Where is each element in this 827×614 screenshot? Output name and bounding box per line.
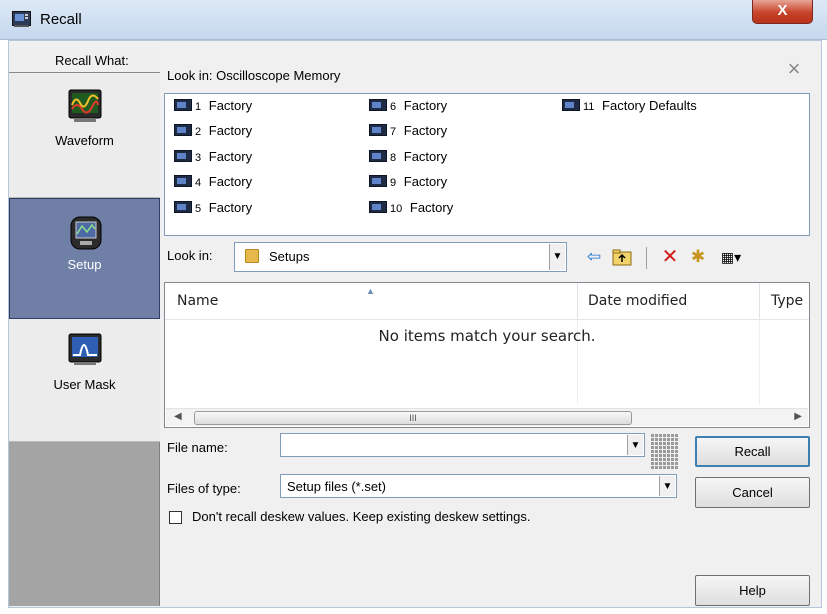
memory-slot-icon xyxy=(369,201,387,213)
nav-setup[interactable]: Setup xyxy=(9,198,160,319)
scroll-right-icon[interactable]: ▶ xyxy=(794,411,802,422)
memory-item[interactable]: 2 Factory xyxy=(174,123,252,141)
memory-slot-icon xyxy=(369,175,387,187)
file-type-value: Setup files (*.set) xyxy=(287,479,386,494)
look-in-label: Look in: xyxy=(167,248,213,263)
new-folder-icon[interactable]: ✱ xyxy=(686,245,710,269)
memory-item[interactable]: 8 Factory xyxy=(369,149,447,167)
deskew-checkbox[interactable] xyxy=(169,511,182,524)
toolbar-separator xyxy=(646,247,647,269)
back-icon[interactable]: ⇦ xyxy=(582,245,606,269)
nav-user-mask[interactable]: User Mask xyxy=(9,319,160,442)
memory-item[interactable]: 4 Factory xyxy=(174,174,252,192)
column-divider xyxy=(577,283,578,319)
memory-item[interactable]: 6 Factory xyxy=(369,98,447,116)
memory-slot-icon xyxy=(369,99,387,111)
recall-what-header: Recall What: xyxy=(9,47,160,73)
look-in-dropdown[interactable]: Setups ▼ xyxy=(234,242,567,272)
memory-slot-icon xyxy=(562,99,580,111)
memory-look-in-label: Look in: Oscilloscope Memory xyxy=(167,68,341,83)
view-menu-icon[interactable]: ▦▾ xyxy=(714,245,748,269)
dismiss-icon[interactable]: × xyxy=(783,58,805,80)
setup-icon xyxy=(70,216,102,250)
look-in-value: Setups xyxy=(269,249,310,264)
memory-item[interactable]: 9 Factory xyxy=(369,174,447,192)
chevron-down-icon[interactable]: ▼ xyxy=(627,435,643,455)
nav-waveform[interactable]: Waveform xyxy=(9,73,160,198)
horizontal-scrollbar[interactable]: ◀ III ▶ xyxy=(166,408,808,426)
memory-slot-icon xyxy=(369,124,387,136)
scroll-left-icon[interactable]: ◀ xyxy=(174,411,182,422)
user-mask-icon xyxy=(68,333,102,365)
waveform-icon xyxy=(68,89,102,122)
chevron-down-icon[interactable]: ▼ xyxy=(549,244,565,270)
folder-icon xyxy=(245,249,259,263)
grip-icon xyxy=(650,433,678,469)
column-divider xyxy=(759,283,760,319)
deskew-label: Don't recall deskew values. Keep existin… xyxy=(192,509,531,524)
recall-what-pane: Recall What: Waveform Setup User Mask xyxy=(9,47,160,606)
memory-item[interactable]: 10 Factory xyxy=(369,200,453,218)
chevron-down-icon[interactable]: ▼ xyxy=(659,476,675,496)
empty-message: No items match your search. xyxy=(378,327,596,345)
delete-icon[interactable]: ✕ xyxy=(658,245,682,269)
memory-item[interactable]: 7 Factory xyxy=(369,123,447,141)
title-bar: Recall X xyxy=(0,0,827,40)
memory-item[interactable]: 11 Factory Defaults xyxy=(562,98,697,116)
nav-setup-label: Setup xyxy=(67,257,102,272)
memory-slot-icon xyxy=(174,150,192,162)
recall-what-label: Recall What: xyxy=(55,53,129,68)
file-name-label: File name: xyxy=(167,440,228,455)
column-header-type[interactable]: Type xyxy=(771,283,803,319)
memory-slot-icon xyxy=(174,175,192,187)
memory-slot-icon xyxy=(174,124,192,136)
file-list[interactable]: ▲ Name Date modified Type No items match… xyxy=(164,282,810,428)
header-divider xyxy=(165,319,809,320)
nav-waveform-label: Waveform xyxy=(55,133,114,148)
memory-item[interactable]: 3 Factory xyxy=(174,149,252,167)
window-title: Recall xyxy=(40,11,82,28)
help-button[interactable]: Help xyxy=(695,575,810,606)
close-button[interactable]: X xyxy=(752,0,813,24)
cancel-button[interactable]: Cancel xyxy=(695,477,810,508)
column-header-name[interactable]: Name xyxy=(177,283,218,319)
memory-slot-icon xyxy=(174,201,192,213)
file-type-label: Files of type: xyxy=(167,481,241,496)
memory-item[interactable]: 1 Factory xyxy=(174,98,252,116)
recall-button[interactable]: Recall xyxy=(695,436,810,467)
nav-user-mask-label: User Mask xyxy=(53,377,116,392)
file-type-select[interactable]: Setup files (*.set) ▼ xyxy=(280,474,677,498)
up-folder-icon[interactable] xyxy=(610,245,634,273)
scroll-thumb[interactable]: III xyxy=(194,411,632,425)
file-name-input[interactable]: ▼ xyxy=(280,433,645,457)
memory-slot-icon xyxy=(174,99,192,111)
app-icon xyxy=(12,11,31,27)
column-header-date-modified[interactable]: Date modified xyxy=(588,283,687,319)
memory-list: 1 Factory 2 Factory 3 Factory 4 Factory … xyxy=(164,93,810,236)
sort-arrow-icon: ▲ xyxy=(366,286,375,296)
memory-item[interactable]: 5 Factory xyxy=(174,200,252,218)
memory-slot-icon xyxy=(369,150,387,162)
